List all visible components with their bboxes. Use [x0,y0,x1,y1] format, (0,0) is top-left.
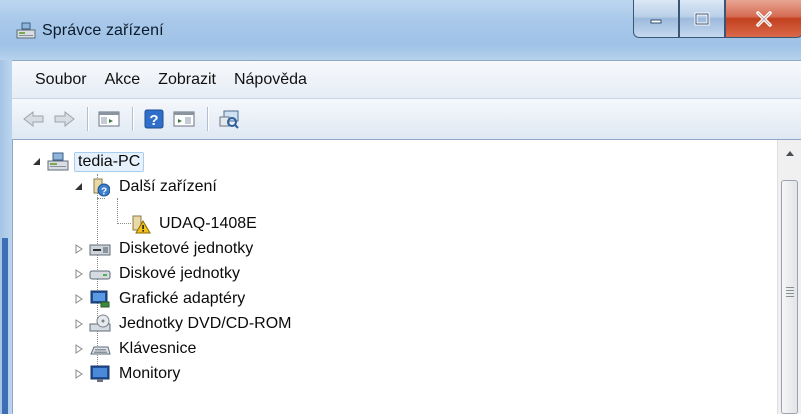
tree-item-label: UDAQ-1408E [159,214,257,232]
scroll-up-button[interactable] [782,144,798,162]
collapse-arrow-icon[interactable] [73,181,85,193]
unknown-device-icon: ? [89,177,111,197]
tree-item-display-adapters[interactable]: Grafické adaptéry [73,286,248,311]
device-manager-icon [16,22,36,40]
menu-zobrazit[interactable]: Zobrazit [149,61,225,99]
toolbar: ? [12,98,801,140]
forward-arrow-icon [54,110,75,128]
expand-arrow-icon[interactable] [73,293,85,305]
menu-akce[interactable]: Akce [96,61,150,99]
keyboard-icon [89,339,111,359]
menu-soubor[interactable]: Soubor [12,61,96,99]
warning-device-icon [129,214,151,234]
tree-item-floppy[interactable]: Disketové jednotky [73,236,256,261]
minimize-button[interactable] [633,0,679,38]
computer-icon [47,152,69,172]
back-arrow-icon [23,110,44,128]
scrollbar-thumb[interactable] [781,180,798,414]
tree-item-label: Grafické adaptéry [119,289,246,307]
back-button[interactable] [20,105,48,133]
svg-text:?: ? [149,112,158,129]
tree-item-label: Diskové jednotky [119,264,240,282]
menu-napoveda[interactable]: Nápověda [225,61,316,99]
device-tree-pane: tedia-PC ? Další zařízení UDAQ-1408E Dis… [12,140,801,414]
close-icon [756,10,772,27]
close-button[interactable] [725,0,801,38]
expand-arrow-icon[interactable] [73,318,85,330]
properties-icon [173,111,195,127]
forward-button[interactable] [50,105,78,133]
disk-drive-icon [89,264,111,284]
show-hide-console-tree-icon [98,111,120,127]
tree-item-other-devices[interactable]: ? Další zařízení [73,174,220,199]
window-frame-left [0,60,12,414]
display-adapter-icon [89,289,111,309]
device-tree: tedia-PC ? Další zařízení UDAQ-1408E Dis… [13,140,777,414]
tree-item-label: Monitory [119,364,181,382]
dvd-drive-icon [89,314,111,334]
device-manager-window: Správce zařízení Soubor Akce Zobrazit Ná… [0,0,801,414]
tree-item-monitors[interactable]: Monitory [73,361,183,386]
expand-arrow-icon[interactable] [73,368,85,380]
help-icon: ? [144,109,164,129]
tree-root[interactable]: tedia-PC [31,149,145,174]
help-button[interactable]: ? [140,105,168,133]
maximize-icon [694,12,710,25]
scroll-up-arrow-icon [786,151,794,156]
tree-item-label: Další zařízení [119,177,217,195]
properties-button[interactable] [170,105,198,133]
menu-bar: Soubor Akce Zobrazit Nápověda [12,60,801,99]
tree-item-label: Disketové jednotky [119,239,254,257]
collapse-arrow-icon[interactable] [31,156,43,168]
floppy-drive-icon [89,239,111,259]
tree-item-keyboards[interactable]: Klávesnice [73,336,199,361]
expand-arrow-icon[interactable] [73,343,85,355]
tree-item-udaq[interactable]: UDAQ-1408E [129,211,260,236]
console-tree-button[interactable] [95,105,123,133]
tree-item-label: Jednotky DVD/CD-ROM [119,314,292,332]
maximize-button[interactable] [679,0,725,38]
tree-item-label: Klávesnice [119,339,197,357]
scrollbar-grip-icon [786,287,794,299]
tree-item-disk[interactable]: Diskové jednotky [73,261,243,286]
expand-arrow-icon[interactable] [73,268,85,280]
window-title: Správce zařízení [42,22,164,39]
title-bar[interactable]: Správce zařízení [0,0,801,60]
vertical-scrollbar[interactable] [777,140,801,414]
expand-arrow-icon[interactable] [73,243,85,255]
tree-root-label: tedia-PC [74,151,145,172]
scan-hardware-button[interactable] [215,105,243,133]
minimize-icon [650,19,662,23]
tree-item-dvd[interactable]: Jednotky DVD/CD-ROM [73,311,294,336]
svg-text:?: ? [101,186,107,197]
scan-hardware-icon [219,110,239,129]
monitor-icon [89,364,111,384]
caption-buttons [633,0,801,40]
